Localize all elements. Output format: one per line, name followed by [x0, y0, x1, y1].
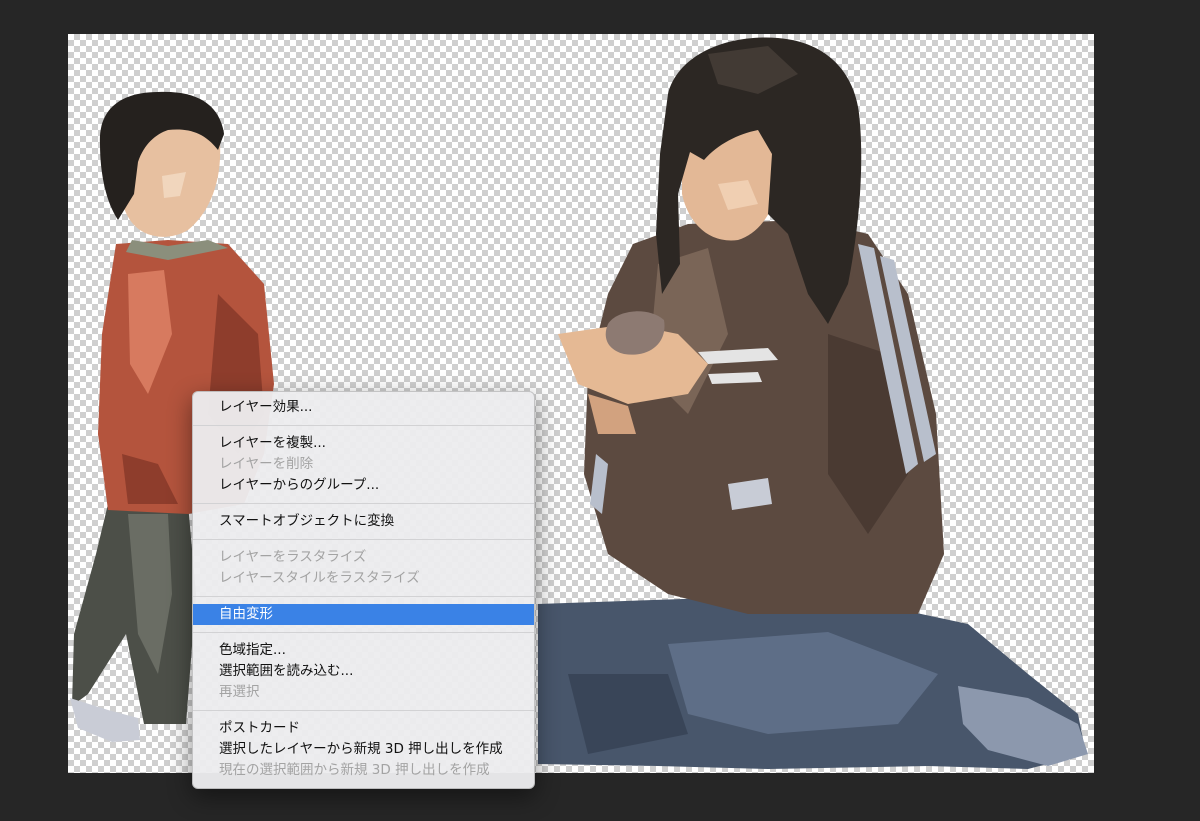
menu-separator — [193, 503, 534, 504]
menu-separator — [193, 539, 534, 540]
menu-item-rasterize-layer-style: レイヤースタイルをラスタライズ — [219, 570, 420, 586]
menu-item-duplicate-layer[interactable]: レイヤーを複製... — [193, 433, 534, 454]
menu-item-postcard[interactable]: ポストカード — [193, 718, 534, 739]
menu-separator — [193, 710, 534, 711]
menu-item-3d-extrusion-from-selection: 現在の選択範囲から新規 3D 押し出しを作成 — [219, 762, 490, 778]
menu-item-color-range[interactable]: 色域指定... — [193, 640, 534, 661]
menu-separator — [193, 596, 534, 597]
menu-item-3d-extrusion-from-layer[interactable]: 選択したレイヤーから新規 3D 押し出しを作成 — [193, 739, 534, 760]
menu-item-delete-layer: レイヤーを削除 — [219, 456, 314, 472]
menu-item-reselect: 再選択 — [219, 684, 260, 700]
woman-figure — [538, 37, 1088, 769]
menu-item-layer-effects[interactable]: レイヤー効果... — [193, 397, 534, 418]
menu-separator — [193, 425, 534, 426]
menu-separator — [193, 632, 534, 633]
menu-item-group-from-layers[interactable]: レイヤーからのグループ... — [193, 475, 534, 496]
menu-item-convert-smart-object[interactable]: スマートオブジェクトに変換 — [193, 511, 534, 532]
menu-item-free-transform[interactable]: 自由変形 — [193, 604, 534, 625]
menu-item-rasterize-layer: レイヤーをラスタライズ — [219, 549, 367, 565]
menu-item-load-selection[interactable]: 選択範囲を読み込む... — [193, 661, 534, 682]
layer-context-menu: レイヤー効果... レイヤーを複製... レイヤーを削除 レイヤーからのグループ… — [192, 391, 535, 789]
